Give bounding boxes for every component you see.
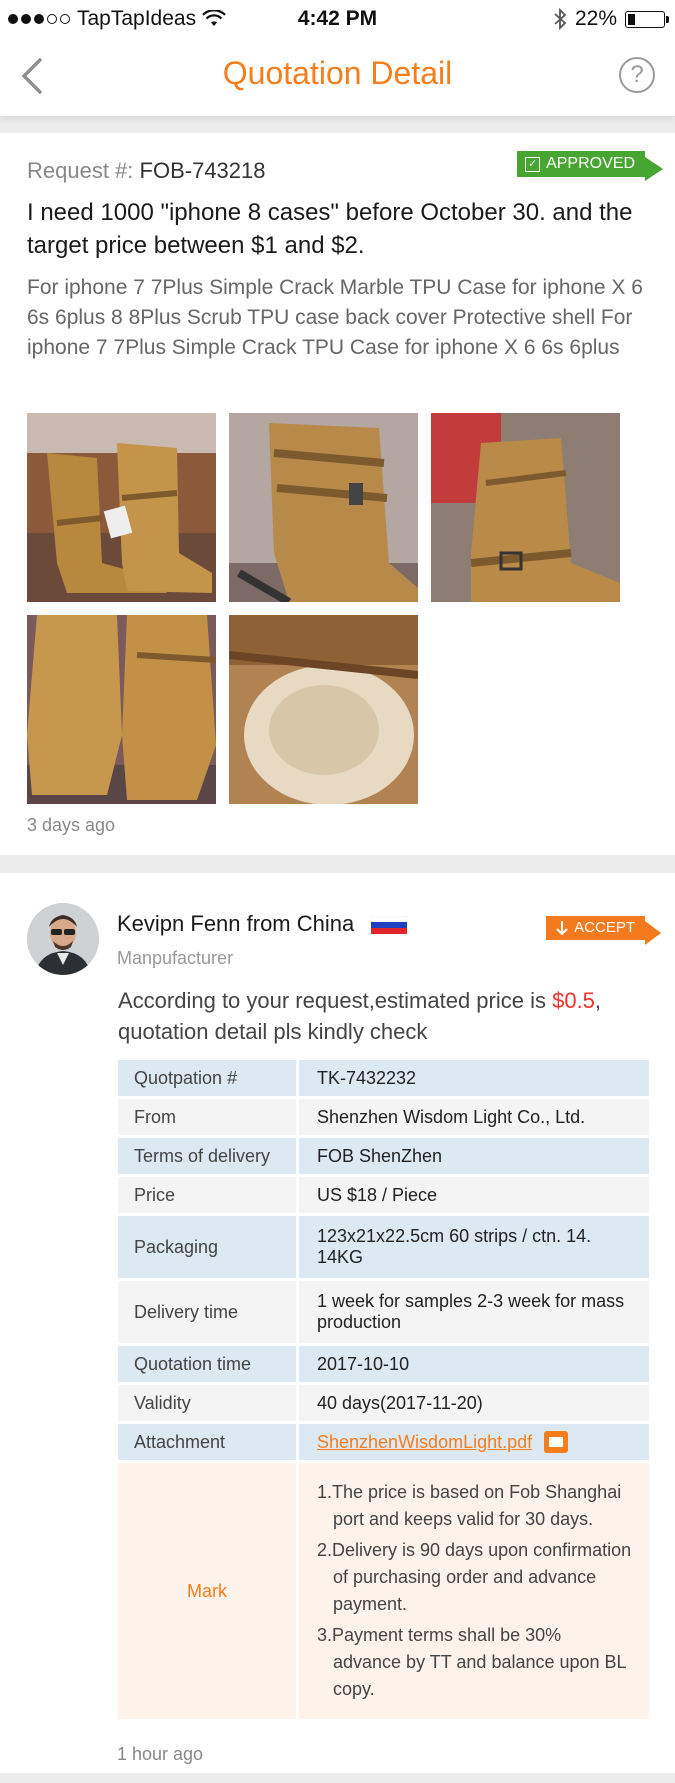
mark-note: 3.Payment terms shall be 30% advance by …	[317, 1625, 626, 1699]
estimate-text: According to your request,estimated pric…	[118, 985, 658, 1047]
table-row: Packaging 123x21x22.5cm 60 strips / ctn.…	[118, 1216, 649, 1278]
bluetooth-icon	[554, 8, 567, 30]
table-row: Attachment ShenzhenWisdomLight.pdf	[118, 1424, 649, 1460]
row-value: TK-7432232	[299, 1060, 649, 1096]
russia-flag-icon	[371, 916, 407, 934]
table-row: Terms of delivery FOB ShenZhen	[118, 1138, 649, 1174]
row-label: Terms of delivery	[118, 1138, 296, 1174]
download-arrow-icon	[556, 921, 568, 936]
battery-percent: 22%	[574, 7, 617, 30]
product-photo-2[interactable]	[229, 413, 418, 602]
request-description: For iphone 7 7Plus Simple Crack Marble T…	[27, 276, 643, 359]
table-row: Validity 40 days(2017-11-20)	[118, 1385, 649, 1421]
row-value: 123x21x22.5cm 60 strips / ctn. 14. 14KG	[299, 1216, 649, 1278]
approved-badge: ✓ APPROVED	[517, 151, 663, 181]
navigation-bar: Quotation Detail ?	[0, 38, 675, 117]
table-row: Mark 1.The price is based on Fob Shangha…	[118, 1463, 649, 1719]
estimate-prefix: According to your request,estimated pric…	[118, 988, 553, 1013]
product-photo-5[interactable]	[229, 615, 418, 804]
status-bar: TapTapIdeas 4:42 PM 22%	[0, 0, 675, 38]
table-row: Delivery time 1 week for samples 2-3 wee…	[118, 1281, 649, 1343]
row-label: Quotation time	[118, 1346, 296, 1382]
page-title: Quotation Detail	[222, 55, 453, 91]
mark-note: 2.Delivery is 90 days upon confirmation …	[317, 1540, 632, 1614]
quotation-table: Quotpation # TK-7432232 From Shenzhen Wi…	[118, 1060, 649, 1722]
email-icon[interactable]	[544, 1431, 569, 1453]
row-label: Price	[118, 1177, 296, 1213]
product-photo-4[interactable]	[27, 615, 216, 804]
row-label: Delivery time	[118, 1281, 296, 1343]
battery-icon	[625, 10, 669, 28]
estimate-price: $0.5	[552, 988, 595, 1013]
request-time-ago: 3 days ago	[27, 815, 116, 835]
status-right: 22%	[553, 7, 669, 31]
table-row: Price US $18 / Piece	[118, 1177, 649, 1213]
mark-notes-cell: 1.The price is based on Fob Shanghai por…	[299, 1463, 649, 1719]
request-number-label: Request #:	[27, 158, 134, 183]
supplier-role: Manpufacturer	[117, 948, 234, 968]
row-value: FOB ShenZhen	[299, 1138, 649, 1174]
request-number: FOB-743218	[139, 158, 266, 183]
help-icon[interactable]: ?	[619, 57, 655, 93]
attachment-cell: ShenzhenWisdomLight.pdf	[299, 1424, 649, 1460]
product-photo-3[interactable]	[431, 413, 620, 602]
quotation-card: Kevipn Fenn from China Manpufacturer ACC…	[0, 873, 675, 1773]
accept-button[interactable]: ACCEPT	[546, 916, 661, 945]
request-title: I need 1000 "iphone 8 cases" before Octo…	[27, 199, 633, 259]
quote-time-ago: 1 hour ago	[117, 1744, 204, 1764]
mark-label: Mark	[118, 1463, 296, 1719]
row-label: Quotpation #	[118, 1060, 296, 1096]
row-value: 1 week for samples 2-3 week for mass pro…	[299, 1281, 649, 1343]
product-photo-1[interactable]	[27, 413, 216, 602]
request-card: Request #: FOB-743218 ✓ APPROVED I need …	[0, 133, 675, 855]
row-value: 2017-10-10	[299, 1346, 649, 1382]
row-label: From	[118, 1099, 296, 1135]
mark-notes: 1.The price is based on Fob Shanghai por…	[317, 1465, 633, 1717]
attachment-link[interactable]: ShenzhenWisdomLight.pdf	[317, 1432, 532, 1453]
check-icon: ✓	[525, 156, 541, 172]
row-label: Packaging	[118, 1216, 296, 1278]
table-row: Quotation time 2017-10-10	[118, 1346, 649, 1382]
request-number-line: Request #: FOB-743218	[27, 158, 266, 184]
accept-label: ACCEPT	[574, 919, 635, 936]
row-label: Attachment	[118, 1424, 296, 1460]
row-value: Shenzhen Wisdom Light Co., Ltd.	[299, 1099, 649, 1135]
row-value: 40 days(2017-11-20)	[299, 1385, 649, 1421]
supplier-name: Kevipn Fenn from China	[117, 911, 355, 936]
row-label: Validity	[118, 1385, 296, 1421]
approved-label: APPROVED	[546, 155, 635, 172]
table-row: Quotpation # TK-7432232	[118, 1060, 649, 1096]
avatar[interactable]	[27, 903, 99, 975]
table-row: From Shenzhen Wisdom Light Co., Ltd.	[118, 1099, 649, 1135]
mark-note: 1.The price is based on Fob Shanghai por…	[317, 1482, 622, 1529]
row-value: US $18 / Piece	[299, 1177, 649, 1213]
